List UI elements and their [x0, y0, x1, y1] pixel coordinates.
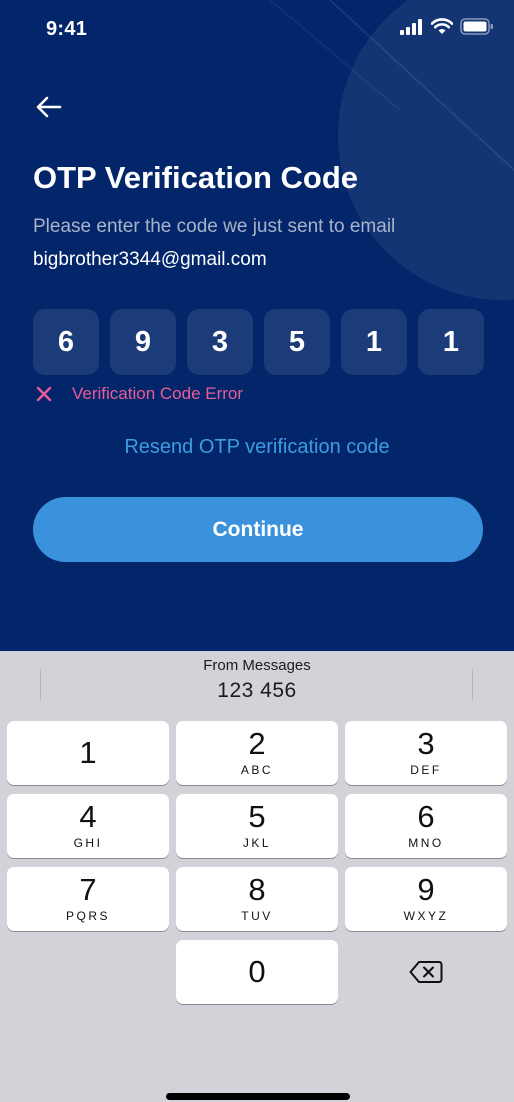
suggestion-code: 123 456	[217, 679, 297, 702]
numeric-keyboard: From Messages 123 456 1 2 ABC 3 DEF 4 GH…	[0, 651, 514, 1102]
otp-input-row: 6 9 3 5 1 1	[33, 309, 484, 375]
key-letters: DEF	[410, 763, 442, 777]
key-number: 6	[417, 799, 435, 834]
otp-digit-field[interactable]: 9	[110, 309, 176, 375]
key-number: 2	[248, 726, 266, 761]
key-3[interactable]: 3 DEF	[345, 721, 507, 785]
close-icon	[36, 386, 52, 402]
key-number: 5	[248, 799, 266, 834]
back-button[interactable]	[32, 90, 66, 124]
status-bar: 9:41	[0, 0, 514, 60]
delete-key[interactable]	[376, 941, 476, 1003]
otp-digit-field[interactable]: 5	[264, 309, 330, 375]
key-letters: MNO	[408, 836, 444, 850]
key-number: 0	[248, 954, 266, 989]
key-9[interactable]: 9 WXYZ	[345, 867, 507, 931]
page-subtitle: Please enter the code we just sent to em…	[33, 216, 396, 237]
continue-button[interactable]: Continue	[33, 497, 483, 562]
key-7[interactable]: 7 PQRS	[7, 867, 169, 931]
otp-screen: 9:41 OTP Verification Code Please enter …	[0, 0, 514, 651]
key-letters: PQRS	[65, 909, 110, 923]
page-title: OTP Verification Code	[33, 160, 359, 195]
key-letters: GHI	[73, 836, 103, 850]
key-5[interactable]: 5 JKL	[176, 794, 338, 858]
resend-code-link[interactable]: Resend OTP verification code	[0, 436, 514, 459]
otp-digit-field[interactable]: 1	[341, 309, 407, 375]
key-6[interactable]: 6 MNO	[345, 794, 507, 858]
key-number: 4	[79, 799, 97, 834]
battery-icon	[460, 18, 493, 35]
arrow-left-icon	[36, 96, 62, 118]
key-number: 8	[248, 872, 266, 907]
key-number: 3	[417, 726, 435, 761]
signal-icon	[400, 18, 422, 35]
otp-digit-field[interactable]: 6	[33, 309, 99, 375]
key-letters: WXYZ	[403, 909, 449, 923]
backspace-icon	[409, 961, 443, 983]
key-2[interactable]: 2 ABC	[176, 721, 338, 785]
key-letters: TUV	[241, 909, 273, 923]
status-icons	[400, 18, 494, 35]
key-number: 1	[79, 735, 97, 770]
key-1[interactable]: 1	[7, 721, 169, 785]
otp-digit-field[interactable]: 1	[418, 309, 484, 375]
key-0[interactable]: 0	[176, 940, 338, 1004]
key-8[interactable]: 8 TUV	[176, 867, 338, 931]
home-indicator	[166, 1093, 350, 1100]
key-letters: JKL	[242, 836, 272, 850]
key-number: 9	[417, 872, 435, 907]
wifi-icon	[431, 18, 453, 34]
error-message: Verification Code Error	[36, 384, 243, 404]
status-time: 9:41	[46, 18, 88, 40]
otp-digit-field[interactable]: 3	[187, 309, 253, 375]
key-letters: ABC	[240, 763, 274, 777]
suggestion-source: From Messages	[203, 657, 311, 674]
email-address: bigbrother3344@gmail.com	[33, 249, 267, 270]
autofill-suggestion[interactable]: From Messages 123 456	[0, 651, 514, 713]
error-text: Verification Code Error	[72, 384, 244, 403]
key-number: 7	[79, 872, 97, 907]
key-4[interactable]: 4 GHI	[7, 794, 169, 858]
